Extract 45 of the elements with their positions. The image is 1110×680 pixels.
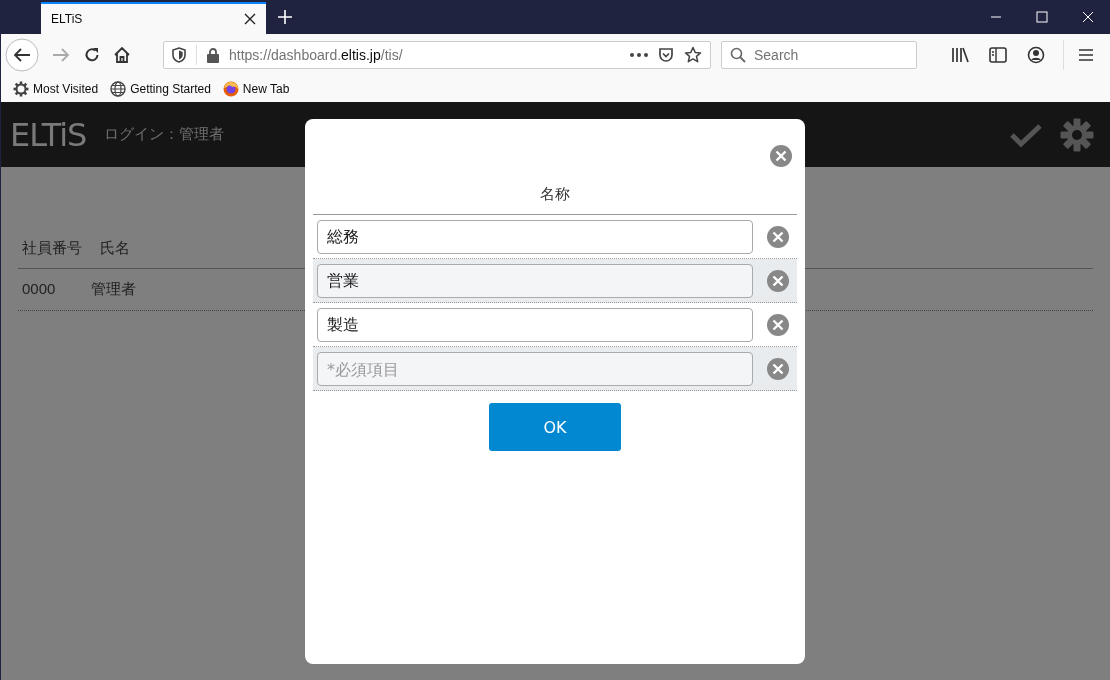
delete-icon[interactable] <box>767 314 789 336</box>
pocket-icon[interactable] <box>658 47 674 63</box>
bookmark-item[interactable]: Most Visited <box>13 81 99 97</box>
settings-icon[interactable] <box>1060 117 1094 152</box>
menu-icon[interactable] <box>1078 48 1094 62</box>
input-field[interactable]: *必須項目 <box>317 352 753 386</box>
checkmark-icon[interactable] <box>1010 122 1042 147</box>
delete-icon[interactable] <box>767 226 789 248</box>
forward-arrow-icon <box>51 47 71 63</box>
input-field[interactable]: 製造 <box>317 308 753 342</box>
globe-icon <box>110 81 127 97</box>
account-icon[interactable] <box>1027 46 1045 64</box>
library-icon[interactable] <box>951 47 969 63</box>
sidebar-icon[interactable] <box>989 47 1007 63</box>
search-input[interactable]: Search <box>752 46 906 64</box>
delete-icon[interactable] <box>767 358 789 380</box>
column-header: 氏名 <box>100 239 130 258</box>
plus-icon[interactable] <box>278 10 292 24</box>
column-header: 名称 <box>313 167 797 215</box>
url-text[interactable]: https://dashboard.eltis.jp/tis/ <box>229 47 403 63</box>
tab-title: ELTiS <box>51 12 84 26</box>
more-icon[interactable] <box>630 53 648 57</box>
shield-icon[interactable] <box>172 47 186 63</box>
star-icon[interactable] <box>684 46 702 64</box>
lock-icon <box>207 47 219 63</box>
table-cell: 管理者 <box>91 280 137 299</box>
table-cell: 0000 <box>22 280 56 299</box>
maximize-icon[interactable] <box>1036 11 1048 23</box>
app-logo: ELTiS <box>10 115 87 154</box>
input-field[interactable]: 営業 <box>317 264 753 298</box>
browser-logo-icon <box>222 81 239 97</box>
search-icon <box>730 47 746 63</box>
search-box[interactable]: Search <box>721 41 917 69</box>
home-icon[interactable] <box>113 46 131 64</box>
delete-icon[interactable] <box>767 270 789 292</box>
ok-button[interactable]: OK <box>489 403 621 451</box>
close-icon[interactable] <box>244 13 256 25</box>
reload-icon[interactable] <box>83 46 101 64</box>
bookmark-item[interactable]: New Tab <box>222 81 290 97</box>
login-label: ログイン：管理者 <box>104 125 225 144</box>
gear-icon <box>13 81 29 97</box>
browser-tab[interactable]: ELTiS <box>41 2 266 34</box>
input-field[interactable]: 総務 <box>317 220 753 254</box>
column-header: 社員番号 <box>22 239 82 258</box>
bookmark-item[interactable]: Getting Started <box>110 81 211 97</box>
